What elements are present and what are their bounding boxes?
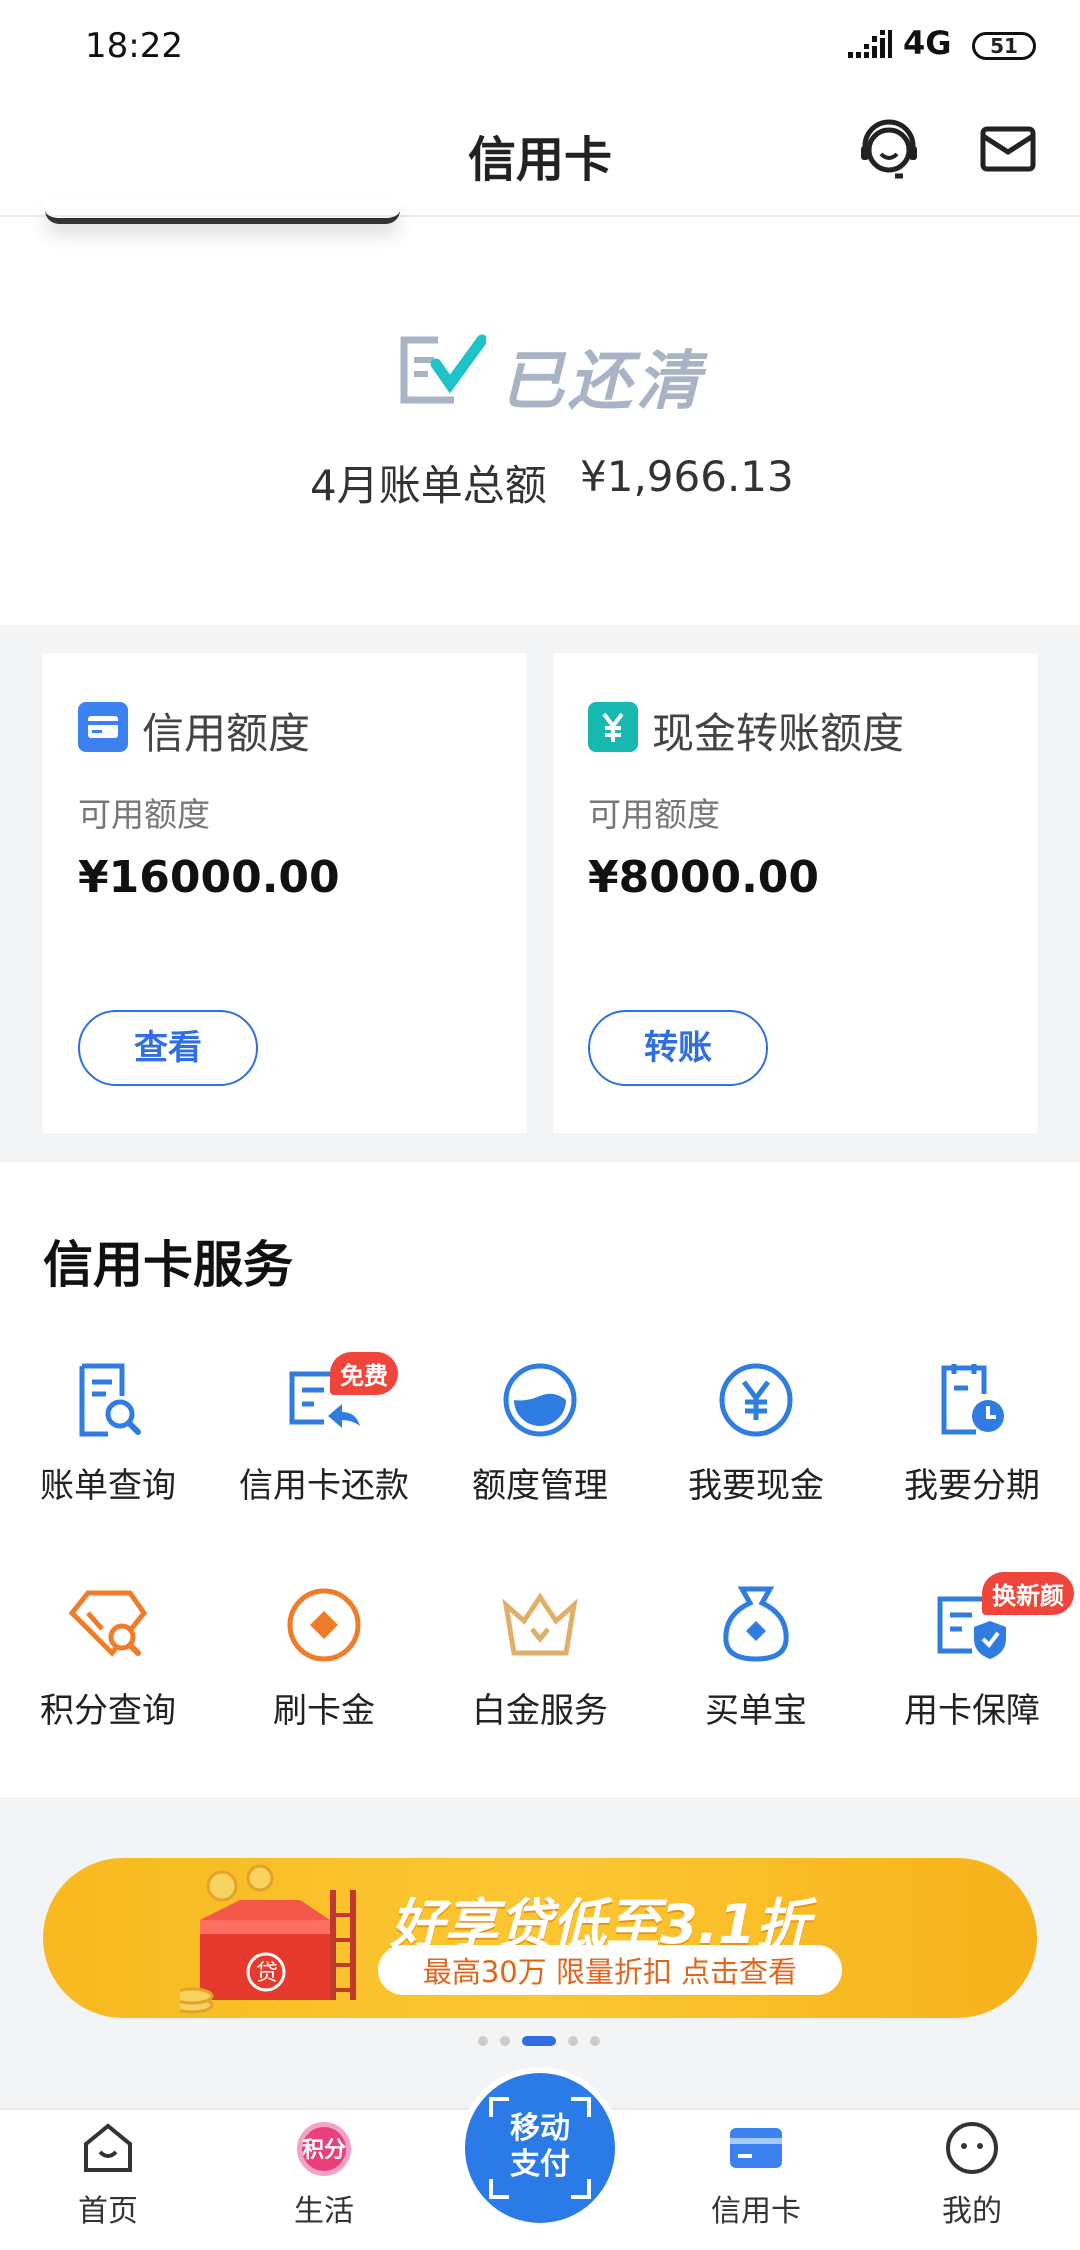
service-label: 我要分期 xyxy=(904,1466,1040,1506)
carousel-dot[interactable] xyxy=(500,2036,510,2046)
nav-label: 我的 xyxy=(942,2194,1002,2229)
service-label: 积分查询 xyxy=(40,1691,176,1731)
customer-service-icon[interactable] xyxy=(855,118,923,186)
services-heading: 信用卡服务 xyxy=(43,1236,293,1294)
status-time: 18:22 xyxy=(85,26,183,66)
service-limit-manage[interactable]: 额度管理 xyxy=(432,1360,648,1507)
cash-limit-sub: 可用额度 xyxy=(588,795,720,834)
service-label: 买单宝 xyxy=(705,1691,807,1731)
bill-total-label: 4月账单总额 xyxy=(310,461,547,510)
banner-subtitle: 最高30万 限量折扣 点击查看 xyxy=(422,1955,798,1989)
paid-check-icon xyxy=(400,334,486,404)
nav-label: 生活 xyxy=(294,2194,354,2229)
credit-limit-title: 信用额度 xyxy=(142,709,311,758)
service-pay-treasure[interactable]: 买单宝 xyxy=(648,1585,864,1732)
service-cash[interactable]: 我要现金 xyxy=(648,1360,864,1507)
bill-total-amount: ¥1,966.13 xyxy=(580,452,794,501)
service-label: 刷卡金 xyxy=(273,1691,375,1731)
nav-credit-card[interactable]: 信用卡 xyxy=(648,2120,864,2230)
points-badge-icon: 积分 xyxy=(297,2122,351,2176)
service-label: 白金服务 xyxy=(472,1691,608,1731)
yuan-circle-icon xyxy=(719,1363,793,1437)
transfer-button[interactable]: 转账 xyxy=(588,1010,768,1086)
crown-icon xyxy=(502,1592,578,1656)
gift-box-icon xyxy=(180,1864,356,2014)
coin-icon xyxy=(287,1588,361,1662)
service-label: 我要现金 xyxy=(688,1466,824,1506)
profile-icon xyxy=(946,2122,998,2174)
free-badge: 免费 xyxy=(330,1352,398,1395)
service-label: 信用卡还款 xyxy=(239,1466,409,1506)
service-label: 账单查询 xyxy=(40,1466,176,1506)
service-repay[interactable]: 信用卡还款 xyxy=(216,1360,432,1507)
signal-icon xyxy=(848,30,892,58)
nav-label: 首页 xyxy=(78,2194,138,2229)
view-button[interactable]: 查看 xyxy=(78,1010,258,1086)
service-label: 额度管理 xyxy=(472,1466,608,1506)
money-bag-icon xyxy=(723,1586,789,1662)
cash-limit-value: ¥8000.00 xyxy=(588,852,820,903)
service-platinum[interactable]: 白金服务 xyxy=(432,1585,648,1732)
nav-life[interactable]: 积分 生活 xyxy=(216,2120,432,2230)
credit-limit-value: ¥16000.00 xyxy=(78,852,340,903)
mobile-pay-label: 移动 支付 xyxy=(510,2111,570,2182)
service-bill-search[interactable]: 账单查询 xyxy=(0,1360,216,1507)
mail-icon[interactable] xyxy=(980,126,1036,174)
cash-limit-title: 现金转账额度 xyxy=(652,709,905,758)
credit-limit-sub: 可用额度 xyxy=(78,795,210,834)
service-points-search[interactable]: 积分查询 xyxy=(0,1585,216,1732)
carousel-dot[interactable] xyxy=(478,2036,488,2046)
bill-status: 已还清 xyxy=(500,345,704,419)
bill-search-icon xyxy=(79,1363,141,1437)
service-card-reward[interactable]: 刷卡金 xyxy=(216,1585,432,1732)
card-icon xyxy=(78,702,128,752)
carousel-dot[interactable] xyxy=(590,2036,600,2046)
network-type: 4G xyxy=(903,24,952,62)
new-look-badge: 换新颜 xyxy=(982,1572,1074,1615)
installment-icon xyxy=(941,1364,1004,1435)
carousel-dot-active[interactable] xyxy=(522,2036,556,2046)
points-search-icon xyxy=(68,1590,148,1657)
service-label: 用卡保障 xyxy=(904,1691,1040,1731)
nav-label: 信用卡 xyxy=(711,2194,801,2229)
credit-card-image[interactable] xyxy=(45,200,400,224)
battery-icon: 51 xyxy=(972,32,1036,60)
nav-home[interactable]: 首页 xyxy=(0,2120,216,2230)
limit-gauge-icon xyxy=(503,1363,577,1437)
banner-box-char: 贷 xyxy=(255,1961,278,1986)
svg-text:积分: 积分 xyxy=(302,2138,346,2163)
carousel-dot[interactable] xyxy=(568,2036,578,2046)
service-installment[interactable]: 我要分期 xyxy=(864,1360,1080,1507)
home-icon xyxy=(84,2123,132,2172)
nav-mine[interactable]: 我的 xyxy=(864,2120,1080,2230)
credit-card-icon xyxy=(730,2128,782,2168)
yuan-icon xyxy=(588,702,638,752)
